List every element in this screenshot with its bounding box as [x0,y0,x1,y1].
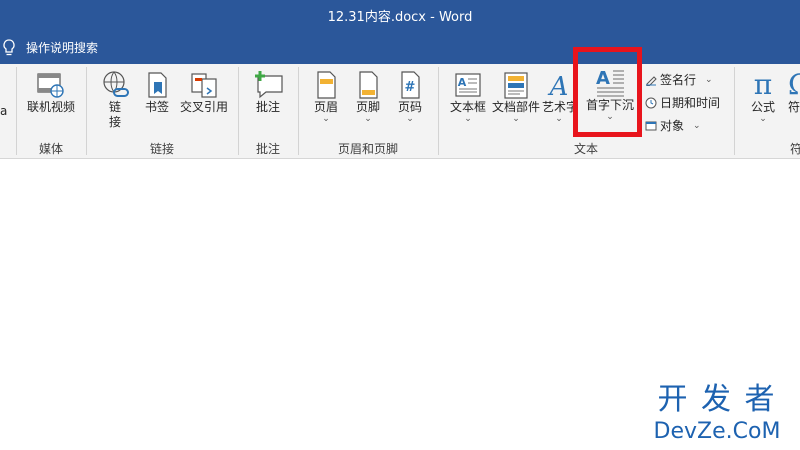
signature-line-label: 签名行 [660,73,697,87]
highlight-box [573,47,642,137]
header-chevron-down-icon: ⌄ [322,114,330,124]
watermark-line-2: DevZe.CoM [653,419,781,444]
text-box-label: 文本框 [449,100,486,114]
link-icon [103,71,129,97]
page-number-icon: # [401,71,420,99]
cross-reference-icon [191,73,217,98]
footer-chevron-down-icon: ⌄ [364,114,372,124]
footer-label: 页脚 [355,100,380,114]
group-separator [86,67,87,155]
group-separator [438,67,439,155]
title-bar: 12.31内容.docx - Word [0,0,800,30]
link-label-2: 接 [108,115,121,129]
group-media-label: 媒体 [38,142,63,156]
group-text-label: 文本 [573,142,598,156]
date-time-button[interactable]: 日期和时间 [645,94,720,111]
window-title: 12.31内容.docx - Word [327,10,473,25]
text-box-chevron-down-icon: ⌄ [464,114,472,124]
group-header-footer-label: 页眉和页脚 [337,142,398,156]
online-video-label: 联机视频 [26,100,75,114]
object-chevron-down-icon: ⌄ [693,120,701,131]
group-comments-label: 批注 [255,142,280,156]
online-video-button[interactable]: 联机视频 [22,70,80,115]
svg-text:A: A [458,76,467,89]
symbol-label: 符 [788,100,800,114]
link-label-1: 链 [108,100,121,114]
header-icon [317,71,336,99]
cross-reference-label: 交叉引用 [179,100,228,114]
object-icon [645,121,657,130]
text-box-icon: A [455,73,481,97]
page-number-chevron-down-icon: ⌄ [406,114,414,124]
svg-text:#: # [405,80,416,95]
online-video-icon [37,73,64,98]
ribbon-edge-fragment: a [0,104,8,118]
cross-reference-button[interactable]: 交叉引用 [178,70,230,115]
wordart-button[interactable]: A 艺术字 ⌄ [542,70,576,123]
equation-icon: π [754,68,772,100]
wordart-icon: A [548,72,569,100]
equation-label: 公式 [750,100,775,114]
bookmark-label: 书签 [144,100,169,114]
group-separator [734,67,735,155]
header-label: 页眉 [313,100,338,114]
date-time-label: 日期和时间 [660,96,721,110]
footer-button[interactable]: 页脚 ⌄ [348,70,388,124]
footer-icon [359,71,378,99]
signature-line-icon [646,75,657,86]
comment-icon [255,71,283,99]
quick-parts-button[interactable]: 文档部件 ⌄ [490,70,542,124]
tell-me-search[interactable]: 操作说明搜索 [26,39,98,56]
group-symbols-label: 符 [790,142,800,156]
wordart-label: 艺术字 [542,100,576,114]
group-separator [298,67,299,155]
svg-text:A: A [548,72,569,100]
symbol-button[interactable]: Ω 符 [788,68,800,115]
group-separator [16,67,17,155]
quick-parts-label: 文档部件 [491,100,540,114]
page-number-button[interactable]: # 页码 ⌄ [390,70,430,124]
bookmark-button[interactable]: 书签 [138,70,176,115]
new-comment-button[interactable]: 批注 [248,70,288,115]
equation-button[interactable]: π 公式 ⌄ [744,68,782,124]
date-time-icon [645,97,657,108]
quick-parts-chevron-down-icon: ⌄ [512,114,520,124]
bookmark-icon [148,72,167,98]
watermark-line-1: 开 发 者 [657,382,777,417]
lightbulb-icon[interactable] [2,39,16,61]
svg-text:π: π [754,68,772,100]
comment-label: 批注 [255,100,280,114]
svg-text:Ω: Ω [788,68,800,100]
header-button[interactable]: 页眉 ⌄ [306,70,346,124]
signature-line-button[interactable]: 签名行 ⌄ [645,71,713,88]
symbol-icon: Ω [788,68,800,100]
wordart-chevron-down-icon: ⌄ [555,114,563,124]
object-label: 对象 [660,119,685,133]
link-button[interactable]: 链 接 [96,70,134,130]
signature-line-chevron-down-icon: ⌄ [705,74,713,85]
equation-chevron-down-icon: ⌄ [759,114,767,124]
tell-me-bar [0,30,800,64]
quick-parts-icon [504,72,528,99]
group-links-label: 链接 [149,142,174,156]
page-number-label: 页码 [397,100,422,114]
group-separator [238,67,239,155]
object-button[interactable]: 对象 ⌄ [645,117,701,134]
text-box-button[interactable]: A 文本框 ⌄ [446,70,490,124]
